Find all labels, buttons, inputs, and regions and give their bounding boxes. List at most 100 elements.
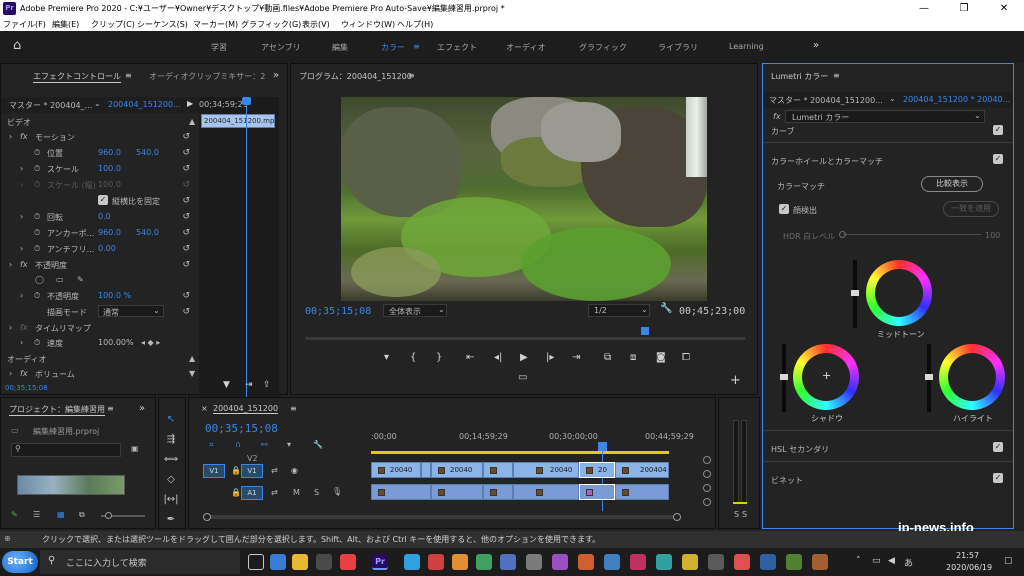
track-target-v1[interactable]: V1 [241,464,263,478]
keyframe-nav-icon[interactable]: ◂ ◆ ▸ [141,338,160,347]
workspace-menu-icon[interactable]: ≡ [413,42,420,51]
audio-clip[interactable] [431,484,483,500]
expand-icon[interactable]: › [20,338,23,347]
file-explorer-icon[interactable] [292,554,308,570]
fx-icon[interactable]: fx [20,260,28,269]
menu-help[interactable]: ヘルプ(H) [397,19,433,30]
workspace-color[interactable]: カラー [381,42,405,53]
playhead-line[interactable] [246,97,247,397]
app-icon[interactable] [578,554,594,570]
volume-row[interactable]: › fx ボリューム ▼ [1,366,198,381]
video-clip[interactable] [483,462,513,478]
export-icon[interactable]: ⇪ [263,380,271,390]
midtones-wheel[interactable] [866,260,932,326]
ripple-edit-tool-icon[interactable]: ⟺ [163,452,179,468]
program-current-timecode[interactable]: 00;35;15;08 [305,306,371,317]
tab-effect-controls[interactable]: エフェクトコントロール [33,71,121,83]
track-target-a1[interactable]: A1 [241,486,263,500]
hsl-secondary-label[interactable]: HSL セカンダリ [771,444,829,455]
step-forward-icon[interactable]: |▸ [546,352,554,363]
expand-icon[interactable]: › [9,260,12,269]
menu-graphics[interactable]: グラフィック(G) [241,19,301,30]
highlights-wheel[interactable] [939,344,1005,410]
mini-clip[interactable]: 200404_151200.mp [201,114,275,128]
comparison-view-button[interactable]: 比較表示 [921,176,983,192]
mark-out-icon[interactable]: } [436,352,442,363]
restore-icon[interactable]: ❐ [944,0,984,17]
uniform-scale-checkbox[interactable]: ✓ [98,195,108,205]
zoom-slider-knob[interactable] [105,512,112,519]
color-wheels-checkbox[interactable]: ✓ [993,154,1003,164]
lumetri-menu-icon[interactable]: ≡ [833,71,840,80]
workspace-assembly[interactable]: アセンブリ [261,42,301,53]
expand-icon[interactable]: › [20,244,23,253]
program-menu-icon[interactable]: ≡ [408,71,415,80]
lumetri-clip-label[interactable]: 200404_151200 * 20040... [903,95,1010,104]
app-icon[interactable] [734,554,750,570]
reset-icon[interactable]: ↺ [182,307,190,317]
sequence-clip-label[interactable]: 200404_151200... [108,100,181,109]
anchor-x-value[interactable]: 960.0 [98,228,121,237]
project-menu-icon[interactable]: ≡ [107,404,114,413]
new-bin-icon[interactable]: ▣ [131,444,139,453]
stopwatch-icon[interactable]: ⏱ [34,212,40,222]
video-clip[interactable] [421,462,431,478]
face-detect-checkbox[interactable]: ✓ [779,204,789,214]
workspace-learning[interactable]: Learning [729,42,764,51]
microphone-icon[interactable]: 🎙 [332,487,342,496]
reset-icon[interactable]: ↺ [182,244,190,254]
timeline-horizontal-scrollbar[interactable] [205,515,675,519]
video-clip[interactable]: 20040 [513,462,579,478]
program-monitor-title[interactable]: プログラム：200404_151200 [299,71,412,82]
app-icon[interactable] [526,554,542,570]
home-icon[interactable]: ⌂ [13,38,21,53]
menu-marker[interactable]: マーカー(M) [193,19,238,30]
position-x-value[interactable]: 960.0 [98,148,121,157]
program-scrub-bar[interactable] [305,337,745,340]
color-wheels-section-label[interactable]: カラーホイールとカラーマッチ [771,156,883,167]
audio-clip[interactable] [371,484,431,500]
effect-controls-timecode[interactable]: 00;35;15;08 [5,384,48,392]
workspace-learn[interactable]: 学習 [211,42,227,53]
store-icon[interactable] [316,554,332,570]
position-y-value[interactable]: 540.0 [136,148,159,157]
lumetri-title[interactable]: Lumetri カラー [771,71,828,82]
midtones-slider[interactable] [851,260,859,328]
more-panels-icon[interactable]: » [273,70,279,81]
close-icon[interactable]: ✕ [984,0,1024,17]
eye-icon[interactable]: ◉ [291,466,298,475]
speed-value[interactable]: 100.00% [98,338,134,347]
extract-icon[interactable]: ⧈ [630,352,636,363]
pen-mask-icon[interactable]: ✎ [77,275,84,284]
app-icon[interactable] [500,554,516,570]
go-to-out-icon[interactable]: ⇥ [572,352,580,363]
expand-icon[interactable]: › [20,164,23,173]
tab-project[interactable]: プロジェクト：編集練習用 [9,404,105,416]
sequence-menu-icon[interactable]: ≡ [290,404,297,413]
track-knob[interactable] [703,470,711,478]
blend-mode-select[interactable]: 通常 ⌄ [98,305,164,317]
collapse-icon[interactable]: ▲ [189,354,195,363]
timeline-settings-icon[interactable]: 🔧 [313,440,323,449]
play-only-icon[interactable]: ▶ [187,99,193,108]
expand-icon[interactable]: › [9,369,12,378]
menu-sequence[interactable]: シーケンス(S) [137,19,188,30]
menu-view[interactable]: 表示(V) [302,19,330,30]
go-to-in-icon[interactable]: ⇤ [466,352,474,363]
solo-button[interactable]: S [314,488,319,497]
curves-label[interactable]: カーブ [771,126,795,137]
app-icon[interactable] [760,554,776,570]
opacity-value[interactable]: 100.0 % [98,291,131,300]
menu-file[interactable]: ファイル(F) [3,19,46,30]
expand-icon[interactable]: › [20,212,23,221]
reset-icon[interactable]: ↺ [182,228,190,238]
add-marker-icon[interactable]: ▾ [287,440,291,449]
track-knob[interactable] [703,498,711,506]
expand-icon[interactable]: › [20,180,23,189]
timeline-playhead-handle[interactable] [598,442,607,451]
track-knob[interactable] [703,456,711,464]
app-icon[interactable] [708,554,724,570]
freeform-view-icon[interactable]: ⧉ [79,510,85,520]
reset-icon[interactable]: ↺ [182,148,190,158]
notifications-icon[interactable]: ▢ [1004,556,1013,566]
